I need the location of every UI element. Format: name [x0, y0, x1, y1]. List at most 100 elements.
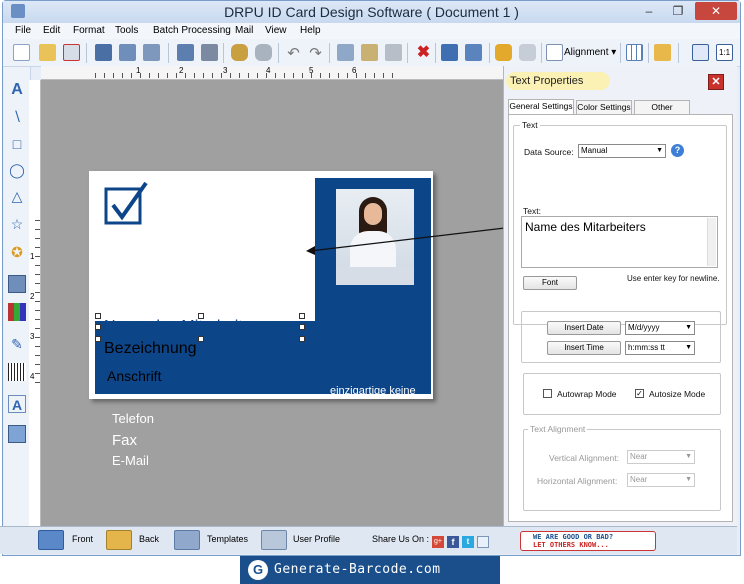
export-icon[interactable] [143, 44, 160, 61]
front-icon[interactable] [38, 530, 64, 550]
back-icon[interactable] [106, 530, 132, 550]
alignment-icon[interactable] [546, 44, 563, 61]
ruler-mark: 3 [30, 332, 35, 341]
paste-icon[interactable] [385, 44, 402, 61]
text-tool-icon[interactable]: A [8, 81, 26, 99]
grid-icon[interactable] [626, 44, 643, 61]
symbol-tool-icon[interactable]: ✪ [8, 243, 26, 261]
word-art-tool-icon[interactable]: A [8, 395, 26, 413]
close-doc-icon[interactable] [63, 44, 80, 61]
image-tool-icon[interactable] [8, 275, 26, 293]
phone-text[interactable]: Telefon [112, 411, 154, 426]
autowrap-checkbox[interactable] [543, 389, 552, 398]
undo-icon[interactable]: ↶ [285, 44, 302, 62]
panel-close-icon[interactable]: ✕ [708, 74, 724, 90]
print-preview-icon[interactable] [177, 44, 194, 61]
alignment-dropdown[interactable]: Alignment ▾ [564, 47, 616, 58]
delete-icon[interactable]: ✖ [415, 44, 432, 61]
text-scrollbar[interactable] [707, 218, 716, 266]
employee-name-text[interactable]: Name des Mitarbeiters [104, 318, 265, 336]
fax-text[interactable]: Fax [112, 432, 137, 449]
checkbox-logo-icon[interactable] [104, 181, 148, 227]
twitter-icon[interactable]: t [462, 536, 474, 548]
selection-handle[interactable] [198, 313, 204, 319]
insert-date-button[interactable]: Insert Date [547, 321, 621, 335]
designation-text[interactable]: Bezeichnung [104, 340, 197, 358]
actual-size-icon[interactable]: 1:1 [716, 44, 733, 61]
database-settings-icon[interactable] [255, 44, 272, 61]
print-icon[interactable] [201, 44, 218, 61]
menu-help[interactable]: Help [300, 25, 321, 36]
minimize-icon[interactable]: – [636, 2, 662, 20]
tab-general-settings[interactable]: General Settings [508, 99, 574, 114]
back-tab[interactable]: Back [139, 534, 159, 544]
watermark-tool-icon[interactable] [8, 425, 26, 443]
cut-icon[interactable] [337, 44, 354, 61]
vertical-alignment-select[interactable]: Near ▼ [627, 450, 695, 464]
data-source-select[interactable]: Manual ▼ [578, 144, 666, 158]
email-icon[interactable] [654, 44, 671, 61]
selection-handle[interactable] [95, 324, 101, 330]
font-button[interactable]: Font [523, 276, 577, 290]
copy-icon[interactable] [361, 44, 378, 61]
save-as-icon[interactable] [119, 44, 136, 61]
id-card[interactable]: Name des Mitarbeiters Bezeichnung Anschr… [89, 171, 433, 468]
database-icon[interactable] [231, 44, 248, 61]
library-tool-icon[interactable] [8, 303, 26, 321]
address-text[interactable]: Anschrift [107, 368, 161, 384]
time-format-select[interactable]: h:mm:ss tt ▼ [625, 341, 695, 355]
menu-batch-processing[interactable]: Batch Processing [153, 25, 231, 36]
new-icon[interactable] [13, 44, 30, 61]
fit-window-icon[interactable] [692, 44, 709, 61]
brand-banner[interactable]: G Generate-Barcode.com [240, 556, 500, 584]
redo-icon[interactable]: ↷ [307, 44, 324, 62]
star-tool-icon[interactable]: ☆ [8, 215, 26, 233]
date-format-select[interactable]: M/d/yyyy ▼ [625, 321, 695, 335]
tagline-text[interactable]: einzigartige keine [330, 385, 416, 397]
templates-icon[interactable] [174, 530, 200, 550]
selection-handle[interactable] [95, 336, 101, 342]
tab-color-settings[interactable]: Color Settings [576, 100, 632, 114]
line-tool-icon[interactable]: ∖ [8, 107, 26, 125]
lock-icon[interactable] [495, 44, 512, 61]
tab-other-settings[interactable]: Other Settings [634, 100, 690, 125]
menu-view[interactable]: View [265, 25, 287, 36]
menu-edit[interactable]: Edit [43, 25, 60, 36]
selection-handle[interactable] [198, 336, 204, 342]
selection-handle[interactable] [299, 324, 305, 330]
menu-tools[interactable]: Tools [115, 25, 138, 36]
selection-handle[interactable] [299, 336, 305, 342]
bring-front-icon[interactable] [441, 44, 458, 61]
triangle-tool-icon[interactable]: △ [8, 187, 26, 205]
autosize-checkbox[interactable]: ✓ [635, 389, 644, 398]
insert-time-button[interactable]: Insert Time [547, 341, 621, 355]
signature-tool-icon[interactable]: ✎ [8, 335, 26, 353]
barcode-tool-icon[interactable] [8, 363, 26, 381]
feedback-banner[interactable]: WE ARE GOOD OR BAD? LET OTHERS KNOW... [520, 531, 656, 551]
close-window-icon[interactable]: ✕ [695, 2, 737, 20]
send-back-icon[interactable] [465, 44, 482, 61]
maximize-icon[interactable]: ❐ [665, 2, 691, 20]
open-icon[interactable] [39, 44, 56, 61]
save-icon[interactable] [95, 44, 112, 61]
menu-format[interactable]: Format [73, 25, 105, 36]
rectangle-tool-icon[interactable]: □ [8, 135, 26, 153]
text-content-field[interactable]: Name des Mitarbeiters [521, 216, 718, 268]
horizontal-alignment-select[interactable]: Near ▼ [627, 473, 695, 487]
selection-handle[interactable] [95, 313, 101, 319]
menu-mail[interactable]: Mail [235, 25, 253, 36]
share-more-icon[interactable] [477, 536, 489, 548]
facebook-icon[interactable]: f [447, 536, 459, 548]
design-canvas[interactable]: Name des Mitarbeiters Bezeichnung Anschr… [41, 80, 503, 526]
google-plus-icon[interactable]: g+ [432, 536, 444, 548]
unlock-icon[interactable] [519, 44, 536, 61]
selection-handle[interactable] [299, 313, 305, 319]
templates-tab[interactable]: Templates [207, 534, 248, 544]
email-text[interactable]: E-Mail [112, 453, 149, 468]
user-profile-icon[interactable] [261, 530, 287, 550]
user-profile-tab[interactable]: User Profile [293, 534, 340, 544]
help-icon[interactable]: ? [671, 144, 684, 157]
front-tab[interactable]: Front [72, 534, 93, 544]
ellipse-tool-icon[interactable]: ◯ [8, 161, 26, 179]
menu-file[interactable]: File [15, 25, 31, 36]
